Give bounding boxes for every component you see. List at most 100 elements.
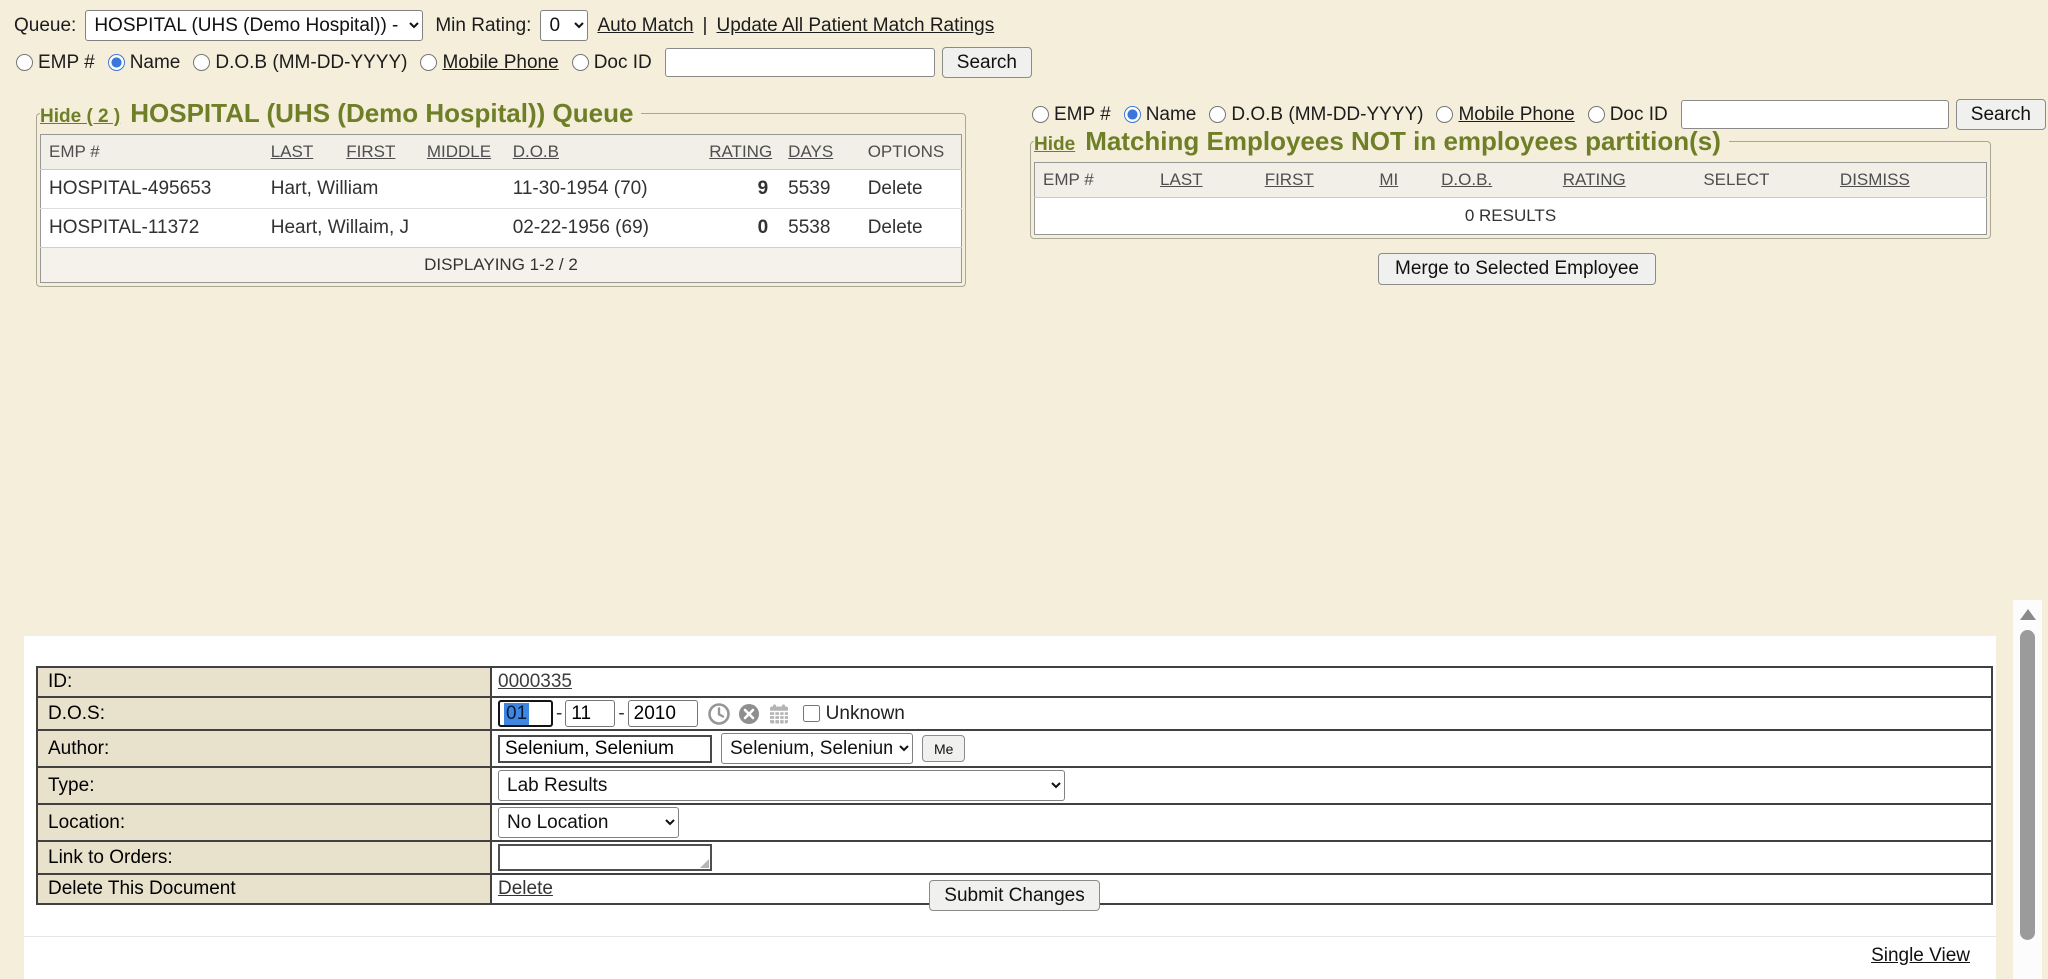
left-radio-docid[interactable]: Doc ID — [572, 52, 652, 74]
queue-row1-rating: 9 — [701, 170, 780, 209]
right-search-input[interactable] — [1681, 100, 1949, 129]
submit-row: Submit Changes — [24, 880, 2005, 911]
right-radio-name-label: Name — [1146, 104, 1197, 126]
document-frame: ID: 0000335 D.O.S: 01 - - — [24, 636, 1996, 979]
match-col-dob[interactable]: D.O.B. — [1433, 163, 1555, 198]
scrollbar-thumb[interactable] — [2020, 630, 2035, 940]
footer-divider — [24, 936, 1996, 937]
dos-day-input[interactable] — [565, 700, 615, 727]
queue-hide-link[interactable]: Hide ( 2 ) — [40, 106, 120, 128]
queue-row1-emp-id: HOSPITAL-495653 — [41, 170, 263, 209]
location-row: Location: No Location — [37, 804, 1992, 841]
queue-row1-delete-link[interactable]: Delete — [860, 170, 962, 209]
match-hide-link[interactable]: Hide — [1034, 134, 1075, 156]
left-radio-emp[interactable]: EMP # — [16, 52, 95, 74]
left-radio-dob[interactable]: D.O.B (MM-DD-YYYY) — [193, 52, 407, 74]
dos-unknown-checkbox[interactable] — [803, 705, 820, 722]
type-select[interactable]: Lab Results — [498, 770, 1065, 801]
right-radio-docid-label: Doc ID — [1610, 104, 1668, 126]
left-search-button[interactable]: Search — [942, 47, 1032, 78]
dos-month-input[interactable]: 01 — [498, 700, 553, 727]
left-radio-docid-label: Doc ID — [594, 52, 652, 74]
queue-row2-dob: 02-22-1956 (69) — [505, 209, 702, 248]
match-col-mi[interactable]: MI — [1371, 163, 1433, 198]
calendar-icon[interactable] — [767, 702, 791, 726]
scrollbar-up-arrow-icon[interactable] — [2020, 609, 2036, 620]
queue-col-middle[interactable]: MIDDLE — [419, 135, 505, 170]
right-radio-docid-input[interactable] — [1588, 106, 1605, 123]
right-radio-name[interactable]: Name — [1124, 104, 1197, 126]
queue-row1-name: Hart, William — [263, 170, 505, 209]
auto-match-link[interactable]: Auto Match — [597, 15, 693, 37]
queue-label: Queue: — [14, 15, 76, 37]
match-col-first[interactable]: FIRST — [1257, 163, 1372, 198]
left-radio-name-input[interactable] — [108, 54, 125, 71]
table-row[interactable]: HOSPITAL-11372 Heart, Willaim, J 02-22-1… — [41, 209, 962, 248]
author-row: Author: Selenium, Selenium Me — [37, 730, 1992, 767]
right-radio-dob-input[interactable] — [1209, 106, 1226, 123]
queue-col-emp: EMP # — [41, 135, 263, 170]
queue-row1-days: 5539 — [780, 170, 860, 209]
right-radio-emp[interactable]: EMP # — [1032, 104, 1111, 126]
merge-to-selected-button[interactable]: Merge to Selected Employee — [1378, 253, 1656, 285]
match-table: EMP # LAST FIRST MI D.O.B. RATING SELECT… — [1034, 162, 1987, 235]
dos-year-input[interactable] — [628, 700, 698, 727]
queue-panel: Hide ( 2 ) HOSPITAL (UHS (Demo Hospital)… — [36, 98, 966, 287]
left-radio-emp-label: EMP # — [38, 52, 95, 74]
dos-dash2: - — [618, 703, 624, 725]
right-radio-emp-label: EMP # — [1054, 104, 1111, 126]
clear-icon[interactable] — [737, 702, 761, 726]
left-radio-docid-input[interactable] — [572, 54, 589, 71]
update-ratings-link[interactable]: Update All Patient Match Ratings — [716, 15, 994, 37]
id-label: ID: — [37, 667, 491, 697]
queue-panel-legend: Hide ( 2 ) HOSPITAL (UHS (Demo Hospital)… — [40, 98, 641, 129]
dos-label: D.O.S: — [37, 697, 491, 730]
location-select[interactable]: No Location — [498, 807, 679, 838]
queue-select[interactable]: HOSPITAL (UHS (Demo Hospital)) - 2 — [85, 10, 423, 41]
author-input[interactable] — [498, 735, 712, 763]
left-search-input[interactable] — [665, 48, 935, 77]
queue-table-header-row: EMP # LAST FIRST MIDDLE D.O.B RATING DAY… — [41, 135, 962, 170]
match-col-dismiss[interactable]: DISMISS — [1832, 163, 1987, 198]
type-label: Type: — [37, 767, 491, 804]
vertical-scrollbar[interactable] — [2013, 600, 2042, 979]
queue-col-dob[interactable]: D.O.B — [505, 135, 702, 170]
me-button[interactable]: Me — [922, 735, 965, 762]
left-radio-mobile-input[interactable] — [420, 54, 437, 71]
dos-dash1: - — [556, 703, 562, 725]
left-radio-dob-label: D.O.B (MM-DD-YYYY) — [215, 52, 407, 74]
left-radio-emp-input[interactable] — [16, 54, 33, 71]
author-select[interactable]: Selenium, Selenium — [721, 733, 913, 764]
document-id-link[interactable]: 0000335 — [498, 671, 572, 692]
left-radio-mobile[interactable]: Mobile Phone — [420, 52, 558, 74]
resize-grip-icon[interactable] — [700, 859, 709, 868]
queue-row2-delete-link[interactable]: Delete — [860, 209, 962, 248]
min-rating-select[interactable]: 0 — [540, 10, 588, 41]
queue-col-days[interactable]: DAYS — [780, 135, 860, 170]
queue-paging-status: DISPLAYING 1-2 / 2 — [41, 248, 962, 283]
queue-col-last[interactable]: LAST — [263, 135, 339, 170]
left-radio-name[interactable]: Name — [108, 52, 181, 74]
queue-col-first[interactable]: FIRST — [338, 135, 419, 170]
right-radio-name-input[interactable] — [1124, 106, 1141, 123]
queue-col-rating[interactable]: RATING — [701, 135, 780, 170]
dos-unknown-label: Unknown — [826, 703, 905, 725]
right-radio-docid[interactable]: Doc ID — [1588, 104, 1668, 126]
left-radio-name-label: Name — [130, 52, 181, 74]
match-col-rating[interactable]: RATING — [1555, 163, 1696, 198]
author-label: Author: — [37, 730, 491, 767]
min-rating-label: Min Rating: — [435, 15, 531, 37]
right-radio-mobile-input[interactable] — [1436, 106, 1453, 123]
left-radio-dob-input[interactable] — [193, 54, 210, 71]
right-radio-dob[interactable]: D.O.B (MM-DD-YYYY) — [1209, 104, 1423, 126]
match-col-last[interactable]: LAST — [1152, 163, 1257, 198]
single-view-link[interactable]: Single View — [1871, 945, 1970, 967]
link-to-orders-input[interactable] — [498, 844, 712, 871]
table-row[interactable]: HOSPITAL-495653 Hart, William 11-30-1954… — [41, 170, 962, 209]
queue-toolbar: Queue: HOSPITAL (UHS (Demo Hospital)) - … — [14, 10, 994, 41]
right-radio-emp-input[interactable] — [1032, 106, 1049, 123]
submit-changes-button[interactable]: Submit Changes — [929, 880, 1099, 911]
clock-icon[interactable] — [707, 702, 731, 726]
queue-row2-rating: 0 — [701, 209, 780, 248]
right-radio-mobile[interactable]: Mobile Phone — [1436, 104, 1574, 126]
